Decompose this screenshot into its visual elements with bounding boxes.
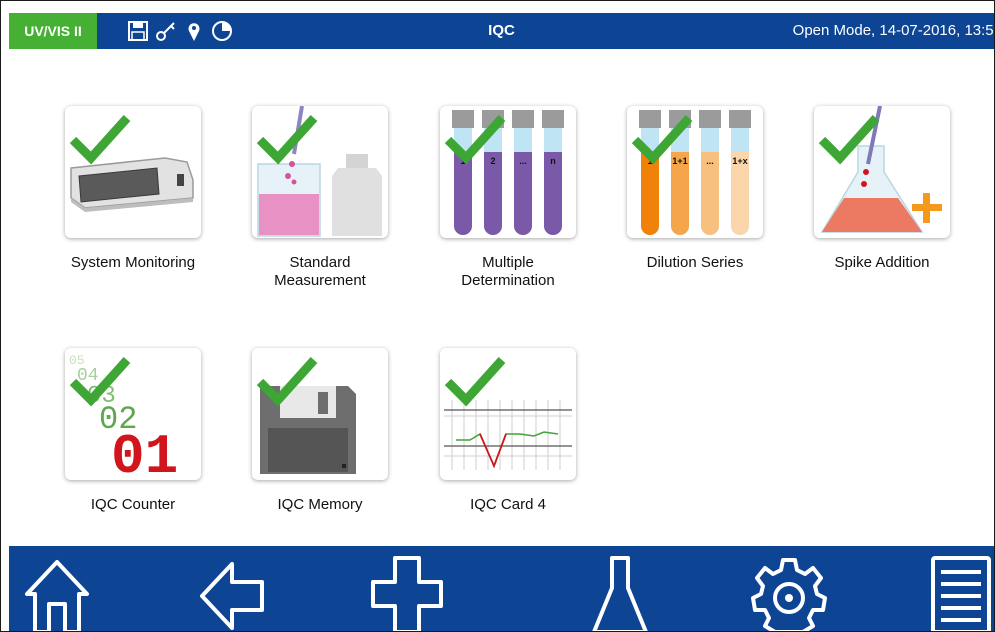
check-icon [631, 114, 693, 165]
check-icon [444, 114, 506, 165]
check-icon [69, 356, 131, 407]
app-window: UV/VIS II IQC Open Mode, 14-07-2016, 13:… [0, 0, 995, 632]
check-icon [69, 114, 131, 165]
check-icon [256, 114, 318, 165]
flask-icon [592, 556, 648, 631]
add-button[interactable] [369, 552, 445, 631]
tile-label: Dilution Series [646, 254, 744, 271]
counter-digit: 01 [111, 425, 178, 480]
tile-card[interactable]: 1 1+1 ... 1+x [627, 106, 763, 238]
check-icon [256, 356, 318, 407]
back-button[interactable] [194, 552, 270, 631]
menu-button[interactable] [927, 552, 993, 631]
tile-card[interactable]: 1 2 ... n [440, 106, 576, 238]
settings-button[interactable] [751, 552, 827, 631]
tube-label: 1+x [732, 156, 747, 166]
tile-card[interactable] [814, 106, 950, 238]
tile-card[interactable] [252, 348, 388, 480]
home-button[interactable] [19, 552, 95, 631]
tile-card[interactable] [252, 106, 388, 238]
tile-label: System Monitoring [70, 254, 196, 271]
menu-list-icon [931, 556, 991, 631]
bottom-nav-bar [9, 546, 994, 631]
back-arrow-icon [200, 562, 264, 630]
flask-button[interactable] [584, 552, 660, 631]
tile-card[interactable]: 05 04 03 02 01 [65, 348, 201, 480]
tube-label: ... [519, 156, 527, 166]
tile-label: IQC Card 4 [470, 496, 546, 513]
tile-card[interactable] [65, 106, 201, 238]
tile-label: Standard Measurement [274, 254, 366, 289]
add-icon [371, 556, 443, 631]
tile-label: Spike Addition [834, 254, 930, 271]
tube-label: ... [706, 156, 714, 166]
tube-label: n [550, 156, 556, 166]
tile-label: IQC Counter [90, 496, 176, 513]
tile-label: Multiple Determination [461, 254, 555, 289]
check-icon [444, 356, 506, 407]
check-icon [818, 114, 880, 165]
top-bar: UV/VIS II IQC Open Mode, 14-07-2016, 13:… [9, 13, 994, 49]
tile-card[interactable] [440, 348, 576, 480]
tile-label: IQC Memory [277, 496, 363, 513]
settings-gear-icon [751, 558, 827, 631]
home-icon [25, 560, 89, 631]
mode-date-status: Open Mode, 14-07-2016, 13:50 [792, 22, 995, 39]
